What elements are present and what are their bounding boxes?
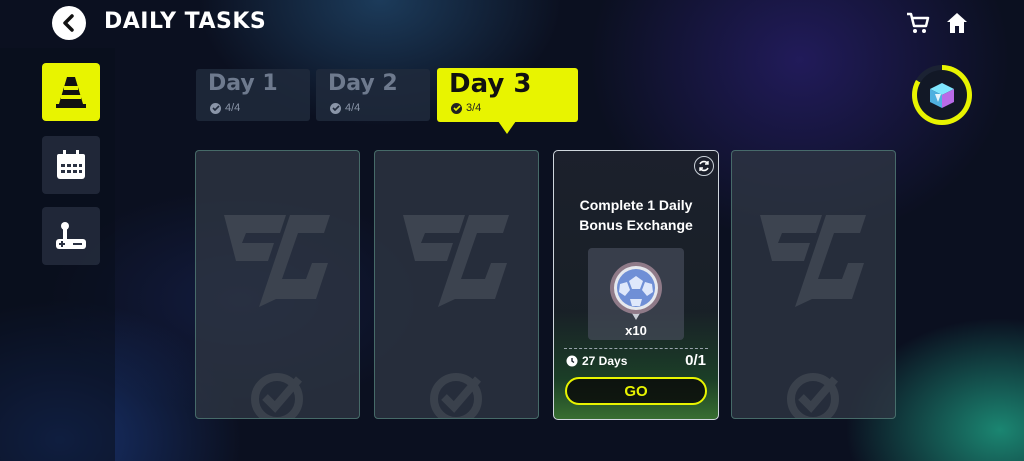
time-remaining: 27 Days	[566, 354, 627, 368]
tab-progress: 4/4	[225, 102, 241, 114]
gift-box-icon	[930, 83, 954, 108]
task-card-locked	[374, 150, 539, 419]
checkmark-circle-icon	[251, 373, 303, 418]
tab-label: Day 3	[449, 69, 532, 99]
refresh-button[interactable]	[694, 156, 714, 176]
page-title: DAILY TASKS	[104, 9, 267, 34]
chevron-left-icon	[63, 14, 74, 32]
fc-logo-icon	[224, 215, 330, 307]
task-card-active[interactable]: Complete 1 Daily Bonus Exchange x10 27 D…	[553, 150, 719, 420]
sidebar-item-calendar[interactable]	[42, 136, 100, 194]
go-button[interactable]: GO	[565, 377, 707, 405]
tab-label: Day 1	[208, 71, 278, 96]
fc-logo-icon	[760, 215, 866, 307]
clock-icon	[566, 355, 578, 367]
tab-progress: 4/4	[345, 102, 361, 114]
divider	[564, 348, 708, 349]
tab-pointer	[498, 121, 516, 134]
check-icon	[210, 102, 221, 114]
calendar-icon	[57, 150, 85, 179]
tab-label: Day 2	[328, 71, 398, 96]
tab-day-2[interactable]: Day 2 4/4	[316, 69, 430, 121]
joystick-icon	[56, 222, 86, 249]
rewards-badge[interactable]	[912, 65, 972, 125]
task-title: Complete 1 Daily Bonus Exchange	[579, 197, 693, 233]
reward-item[interactable]: x10	[588, 248, 684, 340]
checkmark-circle-icon	[430, 373, 482, 418]
shopping-cart-icon[interactable]	[905, 10, 931, 36]
tab-day-1[interactable]: Day 1 4/4	[196, 69, 310, 121]
tab-day-3[interactable]: Day 3 3/4	[437, 68, 578, 122]
tab-progress: 3/4	[466, 102, 482, 114]
sidebar-item-tasks[interactable]	[42, 63, 100, 121]
days-left: 27 Days	[582, 354, 628, 368]
back-button[interactable]	[52, 6, 86, 40]
sidebar-item-controller[interactable]	[42, 207, 100, 265]
traffic-cone-icon	[56, 77, 86, 108]
task-progress: 0/1	[685, 352, 706, 369]
home-icon[interactable]	[944, 10, 970, 36]
check-icon	[451, 102, 462, 114]
football-icon	[610, 262, 662, 320]
fc-logo-icon	[403, 215, 509, 307]
refresh-icon	[699, 160, 709, 172]
task-card-locked	[195, 150, 360, 419]
check-icon	[330, 102, 341, 114]
checkmark-circle-icon	[787, 373, 839, 418]
reward-quantity: x10	[625, 323, 647, 338]
task-card-locked	[731, 150, 896, 419]
